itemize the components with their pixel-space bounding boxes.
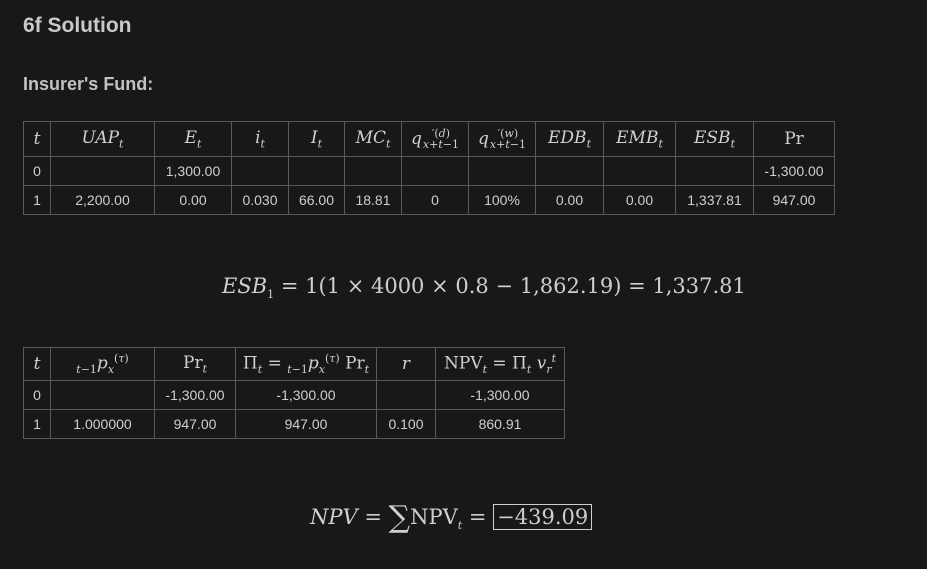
cell: 1 [23,409,51,439]
table-header-row: t UAPt Et it It MCt q ′(d) x+t−1 q ′(w) x+t−… [23,121,835,157]
col-emb: EMBt [603,121,676,157]
cell: 66.00 [288,185,345,215]
cell [288,156,345,186]
cell: -1,300.00 [753,156,835,186]
section-heading: Insurer's Fund: [23,74,154,94]
table-header-row: t t−1px(τ) Prt Πt = t−1px(τ) Prt r NPVt … [23,347,565,381]
page-title: 6f Solution [23,14,132,37]
cell [603,156,676,186]
col-edb: EDBt [535,121,604,157]
cell: 1,300.00 [154,156,232,186]
cell [50,156,155,186]
esb-symbol: ESB [222,274,268,298]
cell [401,156,469,186]
npv-term: NPV [410,505,458,529]
cell: 947.00 [753,185,835,215]
col-t: t [23,347,51,381]
summation-icon: ∑ [388,500,411,535]
cell [50,380,155,410]
cell [376,380,436,410]
cell: 947.00 [235,409,377,439]
esb-subscript: 1 [267,288,275,302]
col-interest: It [288,121,345,157]
cell: 0.100 [376,409,436,439]
cell: -1,300.00 [435,380,565,410]
col-q-withdrawal: q ′(w) x+t−1 [468,121,536,157]
col-e: Et [154,121,232,157]
cell: -1,300.00 [154,380,236,410]
esb-expression: = 1(1 × 4000 × 0.8 − 1,862.19) = 1,337.8… [280,274,746,298]
cell [468,156,536,186]
npv-result-box: −439.09 [493,504,593,530]
cell: 0.030 [231,185,289,215]
col-uap: UAPt [50,121,155,157]
table-row: 0 1,300.00 -1,300.00 [23,156,835,186]
npv-term-subscript: t [457,519,463,533]
cell: 0.00 [535,185,604,215]
esb-equation: ESB1 = 1(1 × 4000 × 0.8 − 1,862.19) = 1,… [222,274,746,301]
npv-equation: NPV = ∑NPVt = −439.09 [310,500,593,535]
insurer-fund-table: t UAPt Et it It MCt q ′(d) x+t−1 q ′(w) x+t−… [23,121,835,215]
cell: 947.00 [154,409,236,439]
col-t: t [23,121,51,157]
col-q-death: q ′(d) x+t−1 [401,121,469,157]
equals-sign: = [364,505,382,529]
cell: 0.00 [154,185,232,215]
cell: 2,200.00 [50,185,155,215]
cell: 1 [23,185,51,215]
cell: 860.91 [435,409,565,439]
table-row: 0 -1,300.00 -1,300.00 -1,300.00 [23,380,565,410]
cell: 1.000000 [50,409,155,439]
cell: 0 [23,156,51,186]
col-npv: NPVt = Πt vrt [435,347,565,381]
col-rate: r [376,347,436,381]
table-row: 1 1.000000 947.00 947.00 0.100 860.91 [23,409,565,439]
cell: -1,300.00 [235,380,377,410]
cell: 1,337.81 [675,185,754,215]
col-profit-signature: Πt = t−1px(τ) Prt [235,347,377,381]
cell: 18.81 [344,185,402,215]
npv-symbol: NPV [310,505,358,529]
table-row: 1 2,200.00 0.00 0.030 66.00 18.81 0 100%… [23,185,835,215]
npv-table: t t−1px(τ) Prt Πt = t−1px(τ) Prt r NPVt … [23,347,565,439]
cell: 0 [23,380,51,410]
cell: 100% [468,185,536,215]
cell [675,156,754,186]
col-mc: MCt [344,121,402,157]
cell: 0 [401,185,469,215]
cell [535,156,604,186]
col-esb: ESBt [675,121,754,157]
col-pr: Pr [753,121,835,157]
cell: 0.00 [603,185,676,215]
cell [231,156,289,186]
col-survival: t−1px(τ) [50,347,155,381]
cell [344,156,402,186]
col-i: it [231,121,289,157]
col-profit: Prt [154,347,236,381]
equals-sign: = [468,505,487,529]
